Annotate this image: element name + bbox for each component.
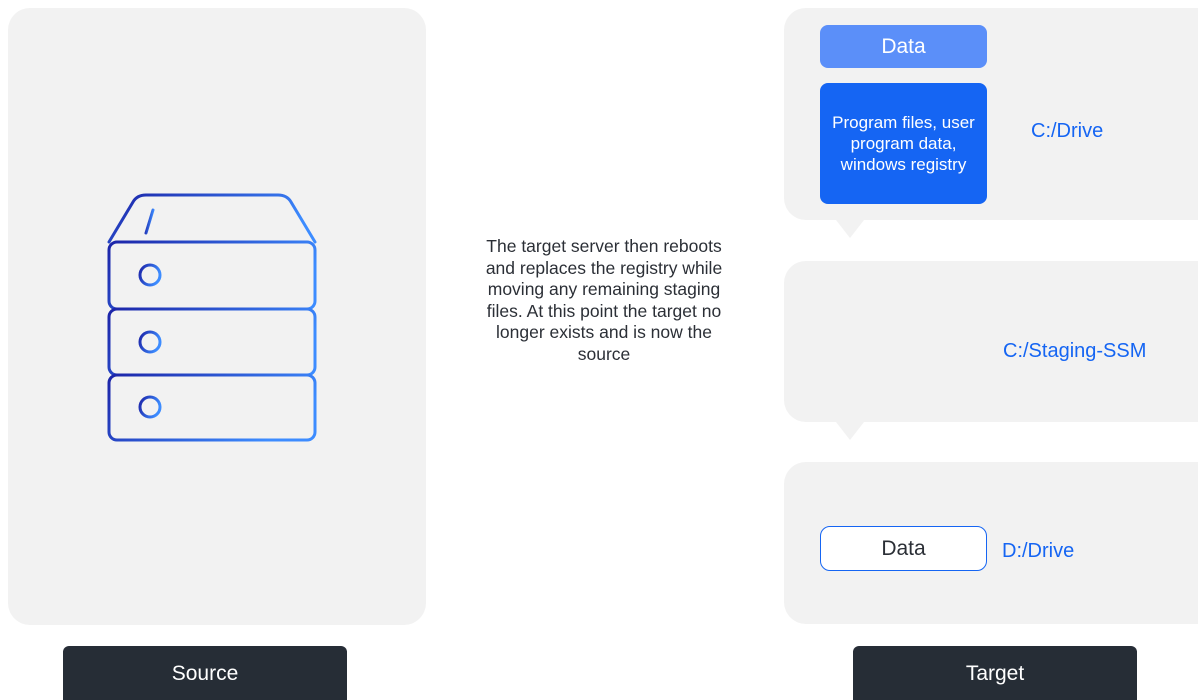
d-drive-data-box: Data — [820, 526, 987, 571]
pointer-triangle — [836, 220, 864, 238]
staging-label: C:/Staging-SSM — [1003, 340, 1147, 362]
c-drive-contents-box: Program files, user program data, window… — [820, 83, 987, 204]
c-drive-data-header: Data — [820, 25, 987, 68]
d-drive-label: D:/Drive — [1002, 540, 1075, 562]
pointer-triangle — [836, 422, 864, 440]
source-caption: Source — [63, 646, 347, 700]
c-drive-label: C:/Drive — [1031, 120, 1104, 142]
migration-description: The target server then reboots and repla… — [485, 236, 723, 364]
server-rack-icon — [107, 193, 317, 442]
target-caption: Target — [853, 646, 1137, 700]
